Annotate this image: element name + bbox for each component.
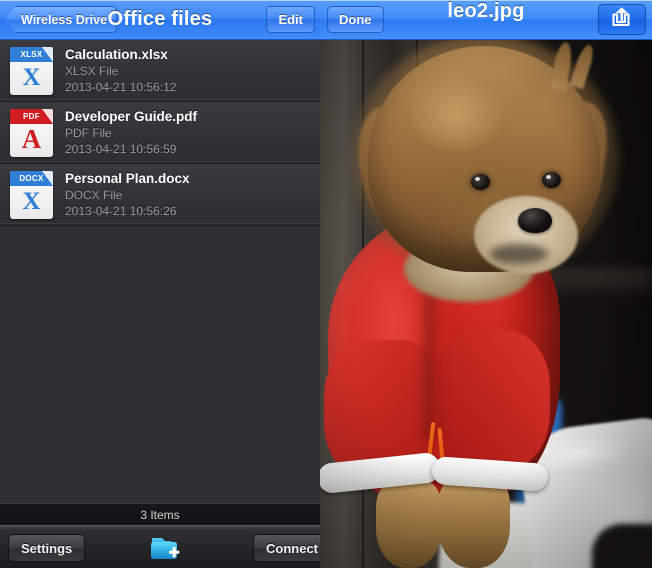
photo-viewer-panel: Done leo2.jpg (320, 0, 652, 568)
photo-dog-head (368, 40, 600, 274)
photo-coat-sleeve (438, 330, 550, 470)
file-date: 2013-04-21 10:56:12 (65, 80, 177, 94)
photo-dog-eye (542, 172, 561, 188)
file-name: Personal Plan.docx (65, 171, 190, 186)
file-date: 2013-04-21 10:56:26 (65, 204, 177, 218)
connect-button[interactable]: Connect (253, 534, 320, 562)
done-button[interactable]: Done (327, 6, 384, 33)
file-list-item[interactable]: DOCX X Personal Plan.docx DOCX File 2013… (0, 164, 320, 226)
photo-viewer-navbar: Done leo2.jpg (320, 0, 652, 40)
file-list-item[interactable]: PDF A Developer Guide.pdf PDF File 2013-… (0, 102, 320, 164)
xlsx-file-icon: XLSX X (10, 46, 53, 95)
file-date: 2013-04-21 10:56:59 (65, 142, 177, 156)
file-meta: Developer Guide.pdf PDF File 2013-04-21 … (65, 108, 197, 157)
file-meta: Personal Plan.docx DOCX File 2013-04-21 … (65, 170, 190, 219)
bottom-toolbar: Settings Connect (0, 525, 320, 568)
file-type: DOCX File (65, 188, 123, 202)
file-icon-glyph: X (22, 63, 41, 91)
file-name: Calculation.xlsx (65, 47, 168, 62)
page-fold-icon (42, 108, 53, 124)
file-list: XLSX X Calculation.xlsx XLSX File 2013-0… (0, 40, 320, 226)
photo-image[interactable] (320, 40, 652, 568)
back-button-wireless-drive[interactable]: Wireless Drive (5, 6, 118, 33)
photo-dog-mouth (490, 244, 548, 264)
split-view-screen: Wireless Drive Office files Edit XLSX X … (0, 0, 652, 568)
status-bar: 3 Items (0, 503, 320, 525)
file-type: PDF File (65, 126, 112, 140)
page-fold-icon (42, 170, 53, 186)
item-count-label: 3 Items (140, 507, 180, 522)
folder-add-icon[interactable] (148, 534, 184, 562)
photo-dog-eye-highlight (475, 177, 480, 181)
photo-dog-paw (438, 476, 510, 568)
file-list-item[interactable]: XLSX X Calculation.xlsx XLSX File 2013-0… (0, 40, 320, 102)
page-fold-icon (42, 46, 53, 62)
file-icon-glyph: A (21, 124, 42, 154)
settings-button[interactable]: Settings (8, 534, 86, 562)
photo-dog-paw (376, 480, 442, 568)
photo-dog-eye (471, 174, 490, 190)
docx-file-icon: DOCX X (10, 170, 53, 219)
file-browser-panel: Wireless Drive Office files Edit XLSX X … (0, 0, 320, 568)
share-button[interactable] (598, 4, 646, 35)
photo-dog-eye-highlight (546, 175, 551, 179)
pdf-file-icon: PDF A (10, 108, 53, 157)
file-name: Developer Guide.pdf (65, 109, 198, 124)
share-icon (610, 6, 634, 33)
file-browser-navbar: Wireless Drive Office files Edit (0, 0, 320, 40)
photo-dog-nose (518, 208, 552, 233)
file-type: XLSX File (65, 64, 119, 78)
file-meta: Calculation.xlsx XLSX File 2013-04-21 10… (65, 46, 176, 95)
file-icon-glyph: X (22, 187, 41, 215)
edit-button[interactable]: Edit (266, 6, 315, 33)
